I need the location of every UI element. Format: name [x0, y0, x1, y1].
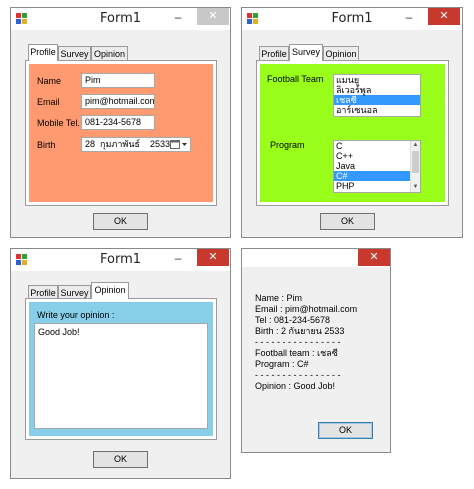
minimize-icon[interactable]: – — [169, 10, 187, 26]
profile-panel: Name Pim Email pim@hotmail.com Mobile Te… — [29, 64, 213, 202]
opinion-panel: Write your opinion : Good Job! — [29, 302, 213, 436]
scrollbar-thumb[interactable] — [412, 151, 419, 173]
list-item[interactable]: Java — [334, 161, 411, 171]
summary-divider: - - - - - - - - - - - - - - - - — [255, 337, 341, 347]
summary-text: Name : Pim Email : pim@hotmail.com Tel :… — [255, 293, 357, 392]
program-label: Program — [270, 140, 305, 150]
summary-divider: - - - - - - - - - - - - - - - - — [255, 370, 341, 380]
form2-survey-window: Form1 – ✕ Profile Survey Opinion Footbal… — [241, 7, 463, 238]
tab-survey[interactable]: Survey — [58, 46, 91, 61]
list-item[interactable]: PHP — [334, 181, 411, 191]
summary-birth: Birth : 2 กันยายน 2533 — [255, 326, 345, 336]
tab-opinion[interactable]: Opinion — [323, 46, 359, 61]
list-item-selected[interactable]: C# — [334, 171, 411, 181]
minimize-icon[interactable]: – — [169, 251, 187, 267]
list-item[interactable]: อาร์เซนอล — [334, 105, 420, 115]
tab-opinion[interactable]: Opinion — [91, 282, 129, 299]
form4-summary-window: ✕ Name : Pim Email : pim@hotmail.com Tel… — [241, 248, 391, 453]
football-listbox[interactable]: แมนยู ลิเวอร์พูล เชลซี อาร์เซนอล — [333, 74, 421, 117]
opinion-prompt: Write your opinion : — [37, 310, 115, 320]
summary-opinion: Opinion : Good Job! — [255, 381, 336, 391]
summary-program: Program : C# — [255, 359, 309, 369]
form1-profile-window: Form1 – ✕ Profile Survey Opinion Name Pi… — [10, 7, 231, 238]
opinion-textarea[interactable]: Good Job! — [34, 323, 208, 429]
program-listbox[interactable]: C C++ Java C# PHP ▲ ▼ — [333, 140, 421, 193]
birth-date-picker[interactable]: 28 กุมภาพันธ์ 2533 — [81, 137, 191, 152]
title-bar[interactable]: ✕ — [242, 249, 390, 267]
close-icon[interactable]: ✕ — [197, 249, 229, 266]
survey-panel: Football Team แมนยู ลิเวอร์พูล เชลซี อาร… — [260, 64, 445, 202]
mobile-field[interactable]: 081-234-5678 — [81, 115, 155, 130]
ok-button[interactable]: OK — [320, 213, 375, 230]
title-bar[interactable]: Form1 – ✕ — [11, 249, 230, 271]
name-field[interactable]: Pim — [81, 73, 155, 88]
close-icon[interactable]: ✕ — [197, 8, 229, 25]
title-bar[interactable]: Form1 – ✕ — [11, 8, 230, 30]
summary-email: Email : pim@hotmail.com — [255, 304, 358, 314]
tab-page: Write your opinion : Good Job! — [25, 298, 217, 440]
list-item[interactable]: ลิเวอร์พูล — [334, 85, 420, 95]
email-field[interactable]: pim@hotmail.com — [81, 94, 155, 109]
tab-opinion[interactable]: Opinion — [91, 46, 128, 61]
scroll-down-icon[interactable]: ▼ — [411, 183, 420, 192]
birth-day: 28 — [85, 139, 96, 149]
title-bar[interactable]: Form1 – ✕ — [242, 8, 462, 30]
birth-label: Birth — [37, 140, 56, 150]
birth-year: 2533 — [150, 139, 171, 149]
list-item[interactable]: C++ — [334, 151, 411, 161]
summary-football: Football team : เชลซี — [255, 348, 338, 358]
mobile-label: Mobile Tel. — [37, 118, 80, 128]
list-item-selected[interactable]: เชลซี — [334, 95, 420, 105]
ok-button[interactable]: OK — [93, 213, 148, 230]
tab-profile[interactable]: Profile — [259, 46, 289, 61]
scroll-up-icon[interactable]: ▲ — [411, 141, 420, 150]
tab-profile[interactable]: Profile — [28, 44, 58, 61]
birth-month: กุมภาพันธ์ — [100, 139, 140, 149]
tab-page: Football Team แมนยู ลิเวอร์พูล เชลซี อาร… — [256, 60, 449, 206]
calendar-icon[interactable] — [170, 139, 188, 150]
ok-button[interactable]: OK — [318, 422, 373, 439]
football-label: Football Team — [267, 74, 324, 84]
close-icon[interactable]: ✕ — [428, 8, 460, 25]
form3-opinion-window: Form1 – ✕ Profile Survey Opinion Write y… — [10, 248, 231, 479]
tab-page: Name Pim Email pim@hotmail.com Mobile Te… — [25, 60, 217, 206]
summary-name: Name : Pim — [255, 293, 303, 303]
list-item[interactable]: C — [334, 141, 411, 151]
summary-tel: Tel : 081-234-5678 — [255, 315, 331, 325]
tab-survey[interactable]: Survey — [289, 44, 323, 61]
minimize-icon[interactable]: – — [400, 10, 418, 26]
close-icon[interactable]: ✕ — [358, 249, 390, 266]
email-label: Email — [37, 97, 60, 107]
name-label: Name — [37, 76, 62, 86]
ok-button[interactable]: OK — [93, 451, 148, 468]
scrollbar[interactable]: ▲ ▼ — [410, 141, 420, 192]
list-item[interactable]: แมนยู — [334, 75, 420, 85]
